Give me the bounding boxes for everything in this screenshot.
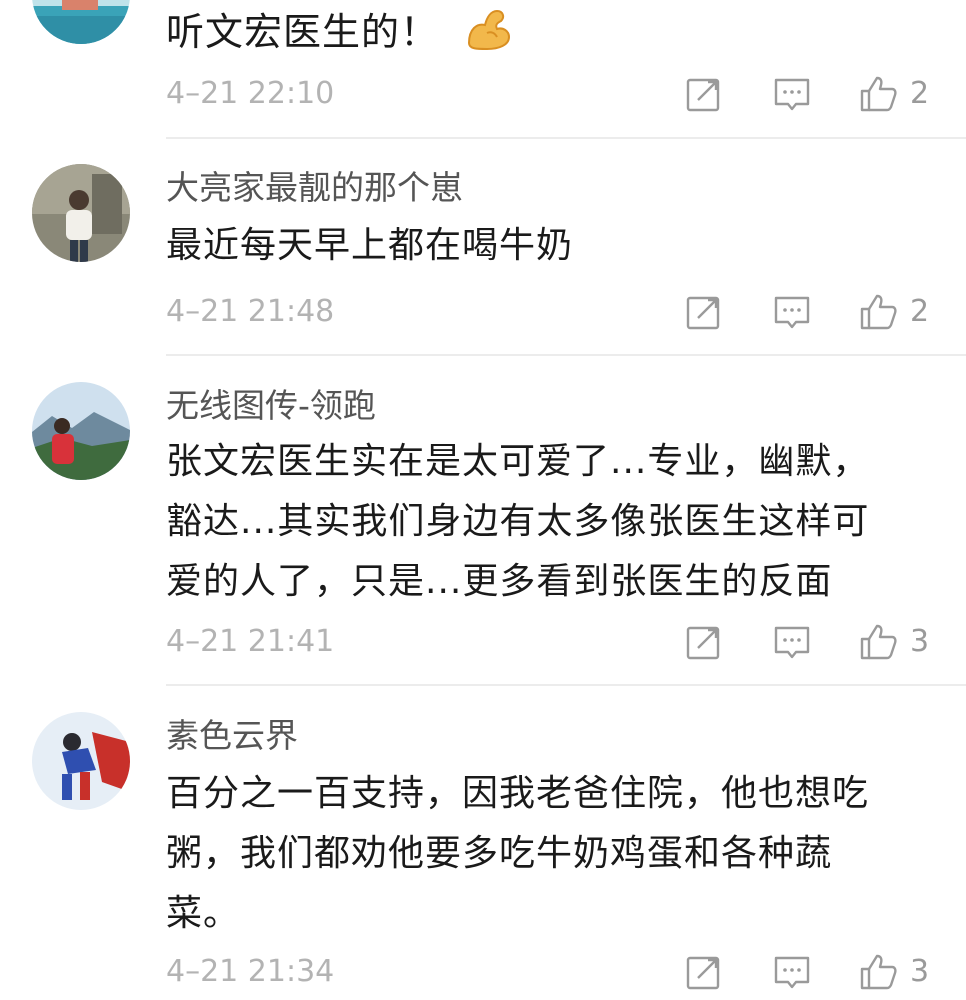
like-count: 2: [910, 294, 930, 329]
comment-button[interactable]: [772, 72, 812, 116]
like-button[interactable]: 3: [858, 620, 929, 664]
comment-meta: 4–21 21:41 3: [166, 620, 966, 664]
flexed-biceps-icon: [463, 3, 513, 53]
avatar[interactable]: [32, 382, 130, 480]
divider: [166, 354, 966, 356]
like-button[interactable]: 3: [858, 950, 929, 994]
comment-icon: [774, 626, 810, 659]
comment-time: 4–21 21:48: [166, 294, 335, 329]
repost-button[interactable]: [684, 950, 724, 994]
avatar-image: [32, 382, 130, 480]
thumbs-up-icon: [860, 624, 897, 660]
avatar[interactable]: [32, 712, 130, 810]
comment-meta: 4–21 21:48 2: [166, 290, 966, 334]
repost-icon: [686, 626, 720, 660]
comment-content: 百分之一百支持，因我老爸住院，他也想吃 粥，我们都劝他要多吃牛奶鸡蛋和各种蔬 菜…: [166, 773, 870, 934]
avatar-image: [32, 712, 130, 810]
comment-time: 4–21 22:10: [166, 76, 335, 111]
avatar[interactable]: [32, 164, 130, 262]
comment-content: 最近每天早上都在喝牛奶: [166, 225, 574, 266]
divider: [166, 684, 966, 686]
comment-button[interactable]: [772, 950, 812, 994]
repost-button[interactable]: [684, 620, 724, 664]
repost-icon: [686, 956, 720, 990]
comment-time: 4–21 21:34: [166, 954, 335, 989]
like-count: 2: [910, 76, 930, 111]
avatar-image: [32, 164, 130, 262]
like-count: 3: [910, 624, 930, 659]
thumbs-up-icon: [860, 294, 897, 330]
avatar-image: [32, 0, 130, 44]
comment-meta: 4–21 21:34 3: [166, 950, 966, 994]
thumbs-up-icon: [860, 954, 897, 990]
repost-button[interactable]: [684, 72, 724, 116]
repost-icon: [686, 78, 720, 112]
divider: [166, 137, 966, 139]
repost-icon: [686, 296, 720, 330]
comment-icon: [774, 78, 810, 111]
comment-button[interactable]: [772, 290, 812, 334]
comment-username[interactable]: 大亮家最靓的那个崽: [166, 168, 463, 208]
like-count: 3: [910, 954, 930, 989]
comment-username[interactable]: 无线图传-领跑: [166, 386, 376, 426]
repost-button[interactable]: [684, 290, 724, 334]
comment-icon: [774, 296, 810, 329]
comment-content: 听文宏医生的！: [166, 2, 926, 62]
avatar[interactable]: [32, 0, 130, 44]
comment-username[interactable]: 素色云界: [166, 716, 298, 756]
comment-meta: 4–21 22:10 2: [166, 72, 966, 116]
comment-button[interactable]: [772, 620, 812, 664]
comment-icon: [774, 956, 810, 989]
thumbs-up-icon: [860, 76, 897, 112]
comment-time: 4–21 21:41: [166, 624, 335, 659]
comment-content: 张文宏医生实在是太可爱了...专业，幽默， 豁达...其实我们身边有太多像张医生…: [166, 441, 870, 602]
like-button[interactable]: 2: [858, 290, 929, 334]
like-button[interactable]: 2: [858, 72, 929, 116]
